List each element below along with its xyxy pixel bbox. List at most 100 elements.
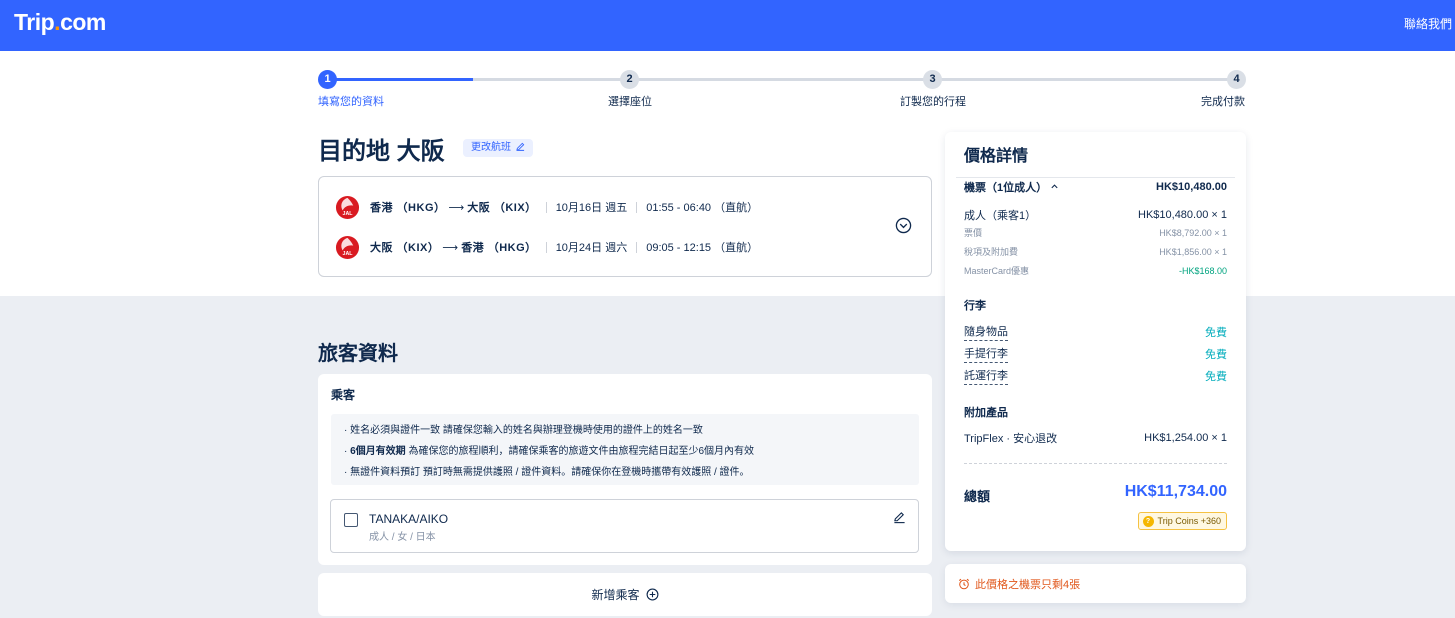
return-origin: 大阪 （KIX） [370, 242, 440, 254]
personal-item-label[interactable]: 隨身物品 [964, 323, 1008, 341]
logo-text-main: Trip [14, 9, 55, 35]
trip-coins-badge: ? Trip Coins +360 [1137, 512, 1227, 530]
trip-logo[interactable]: Trip.com [14, 9, 106, 36]
traveller-info-title: 旅客資料 [318, 343, 398, 365]
dashed-divider [964, 463, 1227, 464]
return-time: 09:05 - 12:15 （直航） [646, 242, 759, 254]
addon-value: HK$1,254.00 × 1 [1144, 432, 1227, 444]
step-3-circle: 3 [923, 70, 942, 89]
passenger-name: TANAKA/AIKO [369, 512, 449, 526]
divider [636, 201, 638, 213]
step-1-label: 填寫您的資料 [318, 96, 384, 108]
price-details-title: 價格詳情 [964, 148, 1029, 165]
svg-text:JAL: JAL [343, 251, 354, 257]
notice-text: · 姓名必須與證件一致 請確保您輸入的姓名與辦理登機時使用的證件上的姓名一致 [344, 425, 703, 436]
adult-row: 成人（乘客1） HK$10,480.00 × 1 [964, 207, 1227, 223]
discount-row: MasterCard優惠 -HK$168.00 [964, 264, 1227, 277]
outbound-origin: 香港 （HKG） [370, 202, 446, 214]
total-value: HK$11,734.00 [1124, 483, 1227, 500]
svg-text:JAL: JAL [343, 211, 354, 217]
chevron-down-circle-icon[interactable] [895, 217, 912, 234]
plus-circle-icon [646, 588, 658, 601]
arrow-right-icon: ⟶ [448, 201, 465, 214]
divider [545, 241, 547, 253]
addon-row: TripFlex · 安心退改 HK$1,254.00 × 1 [964, 430, 1227, 446]
tax-label: 稅項及附加費 [964, 247, 1019, 257]
carry-on-value: 免費 [1205, 349, 1227, 361]
discount-value: -HK$168.00 [1178, 265, 1227, 276]
destination-title: 目的地 大阪 [318, 138, 445, 165]
baggage-row-personal: 隨身物品 免費 [964, 323, 1227, 341]
step-2-circle: 2 [620, 70, 639, 89]
add-passenger-label: 新增乘客 [591, 588, 640, 602]
discount-label: MasterCard優惠 [964, 266, 1030, 276]
alert-text: 此價格之機票只剩4張 [975, 578, 1081, 591]
stepper-progress [328, 78, 473, 81]
availability-alert: 此價格之機票只剩4張 [945, 564, 1246, 603]
outbound-date: 10月16日 週五 [555, 202, 628, 214]
ticket-total: HK$10,480.00 [1156, 181, 1227, 193]
passenger-checkbox[interactable] [344, 513, 358, 527]
jal-airline-logo-icon: JAL [335, 195, 360, 219]
chevron-up-icon [1051, 184, 1058, 189]
step-3-label: 訂製您的行程 [900, 96, 966, 108]
fare-value: HK$8,792.00 × 1 [1159, 227, 1227, 238]
booking-stepper: 1 填寫您的資料 2 選擇座位 3 訂製您的行程 4 完成付款 [318, 68, 1246, 110]
passenger-card-title: 乘客 [331, 388, 356, 402]
step-4-label: 完成付款 [1201, 96, 1245, 108]
fare-label: 票價 [964, 228, 983, 238]
outbound-time: 01:55 - 06:40 （直航） [646, 202, 759, 214]
step-2-label: 選擇座位 [608, 96, 652, 108]
flight-summary-card: JAL 香港 （HKG） ⟶ 大阪 （KIX） 10月16日 週五 01:55 … [318, 176, 932, 277]
arrow-right-icon: ⟶ [442, 241, 459, 254]
trip-coin-icon: ? [1142, 515, 1154, 527]
baggage-row-checked: 託運行李 免費 [964, 367, 1227, 385]
add-passenger-button[interactable]: 新增乘客 [318, 573, 932, 616]
fare-row: 票價 HK$8,792.00 × 1 [964, 226, 1227, 239]
ticket-total-row[interactable]: 機票（1位成人） HK$10,480.00 [964, 179, 1227, 195]
tax-row: 稅項及附加費 HK$1,856.00 × 1 [964, 245, 1227, 258]
tax-value: HK$1,856.00 × 1 [1159, 246, 1227, 257]
change-flight-label: 更改航班 [471, 142, 511, 153]
return-date: 10月24日 週六 [555, 242, 628, 254]
logo-text-end: com [60, 9, 106, 35]
baggage-title: 行李 [964, 300, 986, 312]
carry-on-label[interactable]: 手提行李 [964, 345, 1008, 363]
passenger-card: 乘客 · 姓名必須與證件一致 請確保您輸入的姓名與辦理登機時使用的證件上的姓名一… [318, 374, 932, 565]
checked-baggage-label[interactable]: 託運行李 [964, 367, 1008, 385]
step-1-circle: 1 [318, 70, 337, 89]
alarm-clock-icon [958, 578, 970, 589]
jal-airline-logo-icon: JAL [335, 235, 360, 259]
top-bar: Trip.com 聯絡我們 [0, 0, 1455, 51]
notice-text: 為確保您的旅程順利，請確保乘客的旅遊文件由旅程完結日起至少6個月內有效 [405, 446, 755, 457]
adult-label: 成人（乘客1） [964, 210, 1037, 222]
ticket-label: 機票（1位成人） [964, 182, 1048, 194]
step-4-circle: 4 [1227, 70, 1246, 89]
price-details-panel: 價格詳情 機票（1位成人） HK$10,480.00 成人（乘客1） HK$10… [945, 132, 1246, 551]
edit-pencil-icon [516, 142, 525, 151]
notice-validity: · 6個月有效期 為確保您的旅程順利，請確保乘客的旅遊文件由旅程完結日起至少6個… [344, 446, 755, 457]
return-flight-row: JAL 大阪 （KIX） ⟶ 香港 （HKG） 10月24日 週六 09:05 … [335, 233, 758, 261]
divider [545, 201, 547, 213]
change-flight-button[interactable]: 更改航班 [463, 139, 533, 157]
return-destination: 香港 （HKG） [461, 242, 537, 254]
notice-name-match: · 姓名必須與證件一致 請確保您輸入的姓名與辦理登機時使用的證件上的姓名一致 [344, 420, 919, 441]
baggage-row-carryon: 手提行李 免費 [964, 345, 1227, 363]
divider [956, 177, 1235, 178]
edit-icon[interactable] [893, 511, 906, 524]
outbound-destination: 大阪 （KIX） [467, 202, 537, 214]
passenger-notice-box: · 姓名必須與證件一致 請確保您輸入的姓名與辦理登機時使用的證件上的姓名一致 ·… [331, 414, 919, 485]
outbound-flight-row: JAL 香港 （HKG） ⟶ 大阪 （KIX） 10月16日 週五 01:55 … [335, 193, 758, 221]
passenger-details: 成人 / 女 / 日本 [369, 532, 436, 543]
addon-label: TripFlex · 安心退改 [964, 433, 1058, 445]
passenger-row[interactable]: TANAKA/AIKO 成人 / 女 / 日本 [330, 499, 919, 553]
notice-no-document: · 無證件資料預訂 預訂時無需提供護照 / 證件資料。請確保你在登機時攜帶有效護… [344, 462, 919, 483]
adult-value: HK$10,480.00 × 1 [1138, 209, 1227, 221]
personal-item-value: 免費 [1205, 327, 1227, 339]
notice-bold: 6個月有效期 [350, 446, 406, 457]
ticket-label-group: 機票（1位成人） [964, 179, 1059, 195]
divider [636, 241, 638, 253]
total-label: 總額 [964, 489, 991, 504]
contact-us-link[interactable]: 聯絡我們 [1404, 15, 1452, 32]
addons-title: 附加產品 [964, 407, 1008, 419]
